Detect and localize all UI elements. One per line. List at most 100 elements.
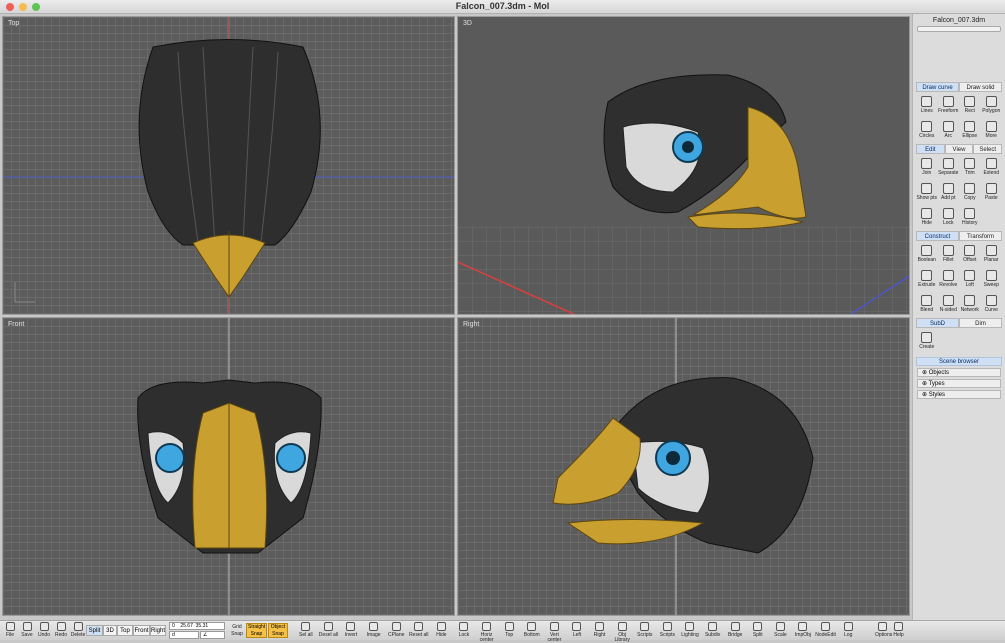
grid-snap-toggle[interactable]: Grid Snap xyxy=(229,624,245,642)
tool-blend[interactable]: Blend xyxy=(916,293,938,316)
tool-circles[interactable]: Circles xyxy=(916,119,938,142)
align-bottom-icon xyxy=(527,622,537,631)
view-3d-button[interactable]: 3D xyxy=(103,625,117,636)
tool-planar[interactable]: Planar xyxy=(981,243,1003,266)
tool-boolean[interactable]: Boolean xyxy=(916,243,938,266)
toolbar-vert-center-button[interactable]: Vert center xyxy=(544,622,566,643)
tab-edit[interactable]: Edit xyxy=(916,144,945,154)
tool-more[interactable]: More xyxy=(981,119,1003,142)
angle-input[interactable]: ∠ xyxy=(200,631,225,639)
tool-lines[interactable]: Lines xyxy=(916,94,938,117)
tool-fillet[interactable]: Fillet xyxy=(938,243,960,266)
viewport-front[interactable]: Front xyxy=(2,317,455,616)
tool-copy[interactable]: Copy xyxy=(959,181,981,204)
toolbar-options-button[interactable]: Options xyxy=(875,622,892,640)
toolbar-save-button[interactable]: Save xyxy=(19,622,35,640)
toolbar-right-button[interactable]: Right xyxy=(589,622,611,640)
toolbar-horiz-center-button[interactable]: Horiz center xyxy=(476,622,498,643)
toolbar-nodeedit-button[interactable]: NodeEdit xyxy=(815,622,837,640)
view-right-button[interactable]: Right xyxy=(150,625,166,636)
toolbar-scale-button[interactable]: Scale xyxy=(770,622,792,640)
tab-construct[interactable]: Construct xyxy=(916,231,959,241)
toolbar-subdiv-button[interactable]: Subdiv xyxy=(702,622,724,640)
toolbar-cplane-button[interactable]: CPlane xyxy=(385,622,407,640)
tool-join[interactable]: Join xyxy=(916,156,938,179)
toolbar-delete-button[interactable]: Delete xyxy=(70,622,86,640)
tool-ellipse[interactable]: Ellipse xyxy=(959,119,981,142)
scene-item-objects[interactable]: ⊕ Objects xyxy=(917,368,1001,377)
tab-draw-solid[interactable]: Draw solid xyxy=(959,82,1002,92)
toolbar-lighting-button[interactable]: Lighting xyxy=(679,622,701,640)
tab-select[interactable]: Select xyxy=(973,144,1003,154)
toolbar-undo-button[interactable]: Undo xyxy=(36,622,52,640)
straight-snap-toggle[interactable]: Straight Snap xyxy=(246,623,267,638)
toolbar-lock-button[interactable]: Lock xyxy=(453,622,475,640)
scale-icon xyxy=(775,622,785,631)
tool-lock[interactable]: Lock xyxy=(938,206,960,229)
toolbar-label: Hide xyxy=(436,632,447,638)
toolbar-invert-button[interactable]: Invert xyxy=(340,622,362,640)
toolbar-reset-all-button[interactable]: Reset all xyxy=(408,622,430,640)
scene-item-types[interactable]: ⊕ Types xyxy=(917,379,1001,388)
toolbar-impobj-button[interactable]: ImpObj xyxy=(792,622,814,640)
toolbar-hide-button[interactable]: Hide xyxy=(431,622,453,640)
toolbar-sel-all-button[interactable]: Sel all xyxy=(295,622,317,640)
tool-label: Blend xyxy=(920,307,934,313)
scene-item-styles[interactable]: ⊕ Styles xyxy=(917,390,1001,399)
tool-curve[interactable]: Curve xyxy=(981,293,1003,316)
tool-trim[interactable]: Trim xyxy=(959,156,981,179)
toolbar-scripts-button[interactable]: Scripts xyxy=(657,622,679,640)
tool-separate[interactable]: Separate xyxy=(938,156,960,179)
tool-freeform[interactable]: Freeform xyxy=(938,94,960,117)
toolbar-left-button[interactable]: Left xyxy=(566,622,588,640)
tool-create[interactable]: Create xyxy=(916,330,938,353)
toolbar-scripts-button[interactable]: Scripts xyxy=(634,622,656,640)
toolbar-image-button[interactable]: Image xyxy=(363,622,385,640)
viewport-3d[interactable]: 3D xyxy=(457,16,910,315)
coordinate-input-xyz[interactable]: 0 25.67 35.31 xyxy=(169,622,225,630)
tool-extend[interactable]: Extend xyxy=(981,156,1003,179)
scene-browser-header[interactable]: Scene browser xyxy=(916,357,1002,366)
distance-input[interactable]: d xyxy=(169,631,199,639)
tool-polygon[interactable]: Polygon xyxy=(981,94,1003,117)
tool-extrude[interactable]: Extrude xyxy=(916,268,938,291)
toolbar-bottom-button[interactable]: Bottom xyxy=(521,622,543,640)
tool-loft[interactable]: Loft xyxy=(959,268,981,291)
toolbar-obj-library-button[interactable]: Obj Library xyxy=(611,622,633,643)
view-top-button[interactable]: Top xyxy=(117,625,133,636)
tab-subd[interactable]: SubD xyxy=(916,318,959,328)
tool-revolve[interactable]: Revolve xyxy=(938,268,960,291)
toolbar-file-button[interactable]: File xyxy=(2,622,18,640)
object-snap-toggle[interactable]: Object Snap xyxy=(268,623,288,638)
tool-rect[interactable]: Rect xyxy=(959,94,981,117)
toolbar-split-button[interactable]: Split xyxy=(747,622,769,640)
viewport-top[interactable]: Top xyxy=(2,16,455,315)
tab-transform[interactable]: Transform xyxy=(959,231,1002,241)
view-front-button[interactable]: Front xyxy=(133,625,150,636)
tab-draw-curve[interactable]: Draw curve xyxy=(916,82,959,92)
toolbar-help-button[interactable]: Help xyxy=(891,622,906,640)
align-top-icon xyxy=(504,622,514,631)
tool-n-sided[interactable]: N-sided xyxy=(938,293,960,316)
viewport-right[interactable]: Right xyxy=(457,317,910,616)
file-name-field[interactable] xyxy=(917,26,1001,32)
tool-add-pt[interactable]: Add pt xyxy=(938,181,960,204)
tool-paste[interactable]: Paste xyxy=(981,181,1003,204)
toolbar-top-button[interactable]: Top xyxy=(498,622,520,640)
toolbar-log-button[interactable]: Log xyxy=(837,622,859,640)
tab-dim[interactable]: Dim xyxy=(959,318,1002,328)
tool-arc[interactable]: Arc xyxy=(938,119,960,142)
angle-label: ∠ xyxy=(203,632,208,638)
toolbar-redo-button[interactable]: Redo xyxy=(53,622,69,640)
tab-view[interactable]: View xyxy=(944,144,974,154)
tool-network[interactable]: Network xyxy=(959,293,981,316)
toolbar-desel-all-button[interactable]: Desel all xyxy=(318,622,340,640)
folder-icon xyxy=(5,622,15,631)
tool-show-pts[interactable]: Show pts xyxy=(916,181,938,204)
tool-hide[interactable]: Hide xyxy=(916,206,938,229)
view-split-button[interactable]: Split xyxy=(86,625,103,636)
tool-history[interactable]: History xyxy=(959,206,981,229)
toolbar-bridge-button[interactable]: Bridge xyxy=(724,622,746,640)
tool-sweep[interactable]: Sweep xyxy=(981,268,1003,291)
tool-offset[interactable]: Offset xyxy=(959,243,981,266)
